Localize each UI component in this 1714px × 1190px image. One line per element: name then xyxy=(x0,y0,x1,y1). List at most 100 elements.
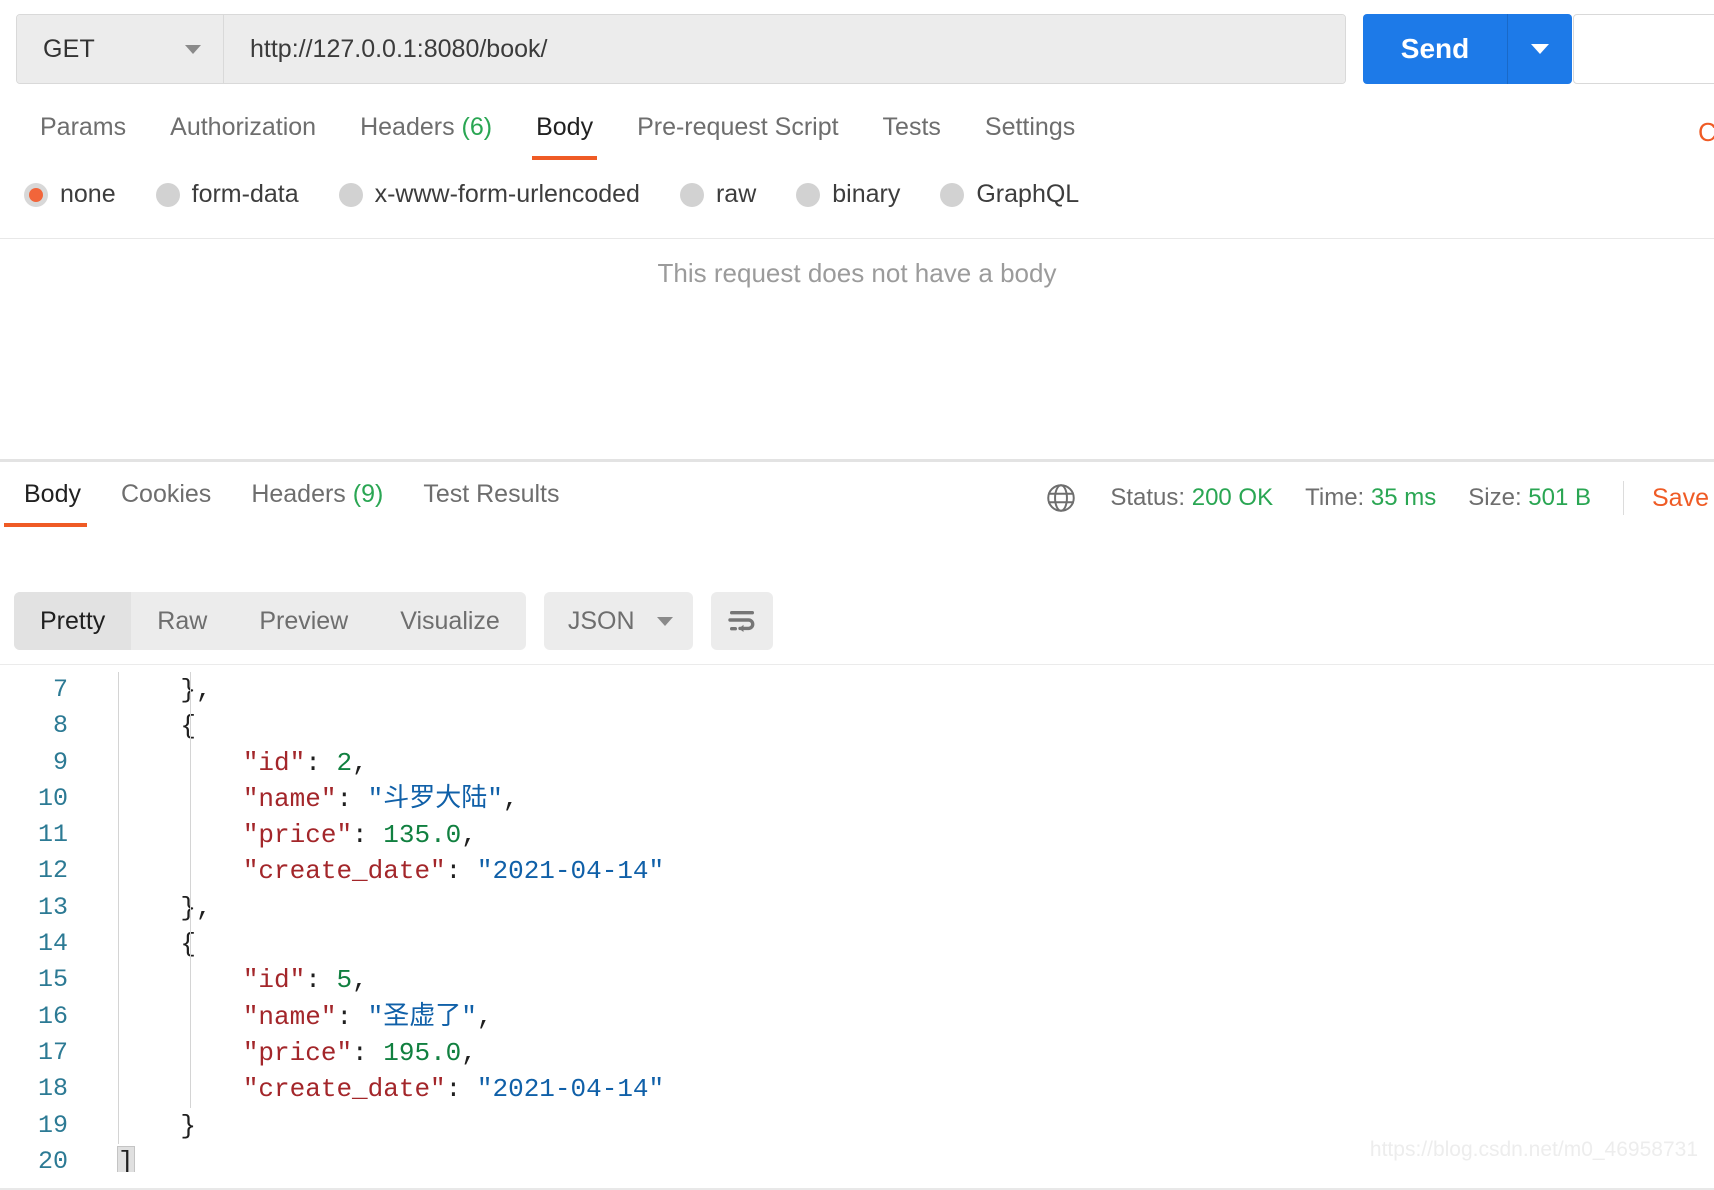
body-type-form-data[interactable]: form-data xyxy=(155,180,299,209)
token-s: "圣虚了" xyxy=(367,1001,477,1032)
radio-unselected-icon xyxy=(940,182,965,207)
body-type-raw[interactable]: raw xyxy=(679,180,756,209)
globe-icon[interactable] xyxy=(1044,481,1078,515)
code-text: "create_date": "2021-04-14" xyxy=(118,853,1714,889)
line-number: 18 xyxy=(37,1074,68,1104)
status-code: Status: 200 OK xyxy=(1110,484,1273,512)
response-body-viewer[interactable]: 7 }, 8 {9 "id": 2, 10 "name": "斗罗大陆", 11 "p… xyxy=(0,672,1714,1172)
token-p: }, xyxy=(180,892,212,923)
token-p: : xyxy=(352,1037,384,1068)
code-line: 10 "name": "斗罗大陆", xyxy=(0,781,1714,817)
code-line: 7 }, xyxy=(0,672,1714,708)
language-label: JSON xyxy=(567,606,635,635)
cookies-link[interactable]: Cookies xyxy=(1698,117,1714,148)
code-text: "id": 5, xyxy=(118,962,1714,998)
token-k: "create_date" xyxy=(242,856,446,887)
body-type-radio-group: none form-data x-www-form-urlencoded raw… xyxy=(24,180,1119,209)
tab-label: Tests xyxy=(882,113,941,141)
request-tabs: Params Authorization Headers (6) Body Pr… xyxy=(0,105,1714,167)
code-text: "price": 135.0, xyxy=(118,817,1714,853)
tab-authorization[interactable]: Authorization xyxy=(148,105,338,160)
token-k: "id" xyxy=(242,965,306,996)
tab-settings[interactable]: Settings xyxy=(963,105,1097,160)
view-visualize[interactable]: Visualize xyxy=(374,592,526,650)
size-label: Size: xyxy=(1468,484,1522,511)
body-type-none[interactable]: none xyxy=(24,180,116,209)
token-k: "name" xyxy=(242,1001,337,1032)
line-number: 17 xyxy=(37,1037,68,1067)
token-p: }, xyxy=(180,675,212,705)
response-size: Size: 501 B xyxy=(1468,484,1591,512)
line-number: 13 xyxy=(37,892,68,922)
view-raw[interactable]: Raw xyxy=(131,592,233,650)
request-url-input[interactable]: http://127.0.0.1:8080/book/ xyxy=(224,15,1345,83)
request-url-bar: GET http://127.0.0.1:8080/book/ Send xyxy=(16,14,1714,84)
radio-label: binary xyxy=(832,180,901,208)
line-number: 20 xyxy=(37,1146,68,1172)
response-pane-divider[interactable] xyxy=(0,459,1714,462)
token-p: : xyxy=(305,965,337,996)
token-k: "price" xyxy=(242,820,353,851)
response-status-bar: Status: 200 OK Time: 35 ms Size: 501 B S… xyxy=(1044,476,1714,520)
code-line: 12 "create_date": "2021-04-14" xyxy=(0,853,1714,889)
tab-label: Test Results xyxy=(423,480,560,508)
token-p: : xyxy=(305,747,337,778)
save-response-button[interactable]: Save xyxy=(1652,484,1714,513)
token-s: "2021-04-14" xyxy=(476,1074,665,1105)
radio-label: GraphQL xyxy=(976,180,1080,208)
token-p: , xyxy=(352,965,368,996)
code-text: "price": 195.0, xyxy=(118,1035,1714,1071)
line-number: 16 xyxy=(37,1001,68,1031)
view-pretty[interactable]: Pretty xyxy=(14,592,132,650)
tab-label: Pre-request Script xyxy=(637,113,839,141)
status-label: Status: xyxy=(1110,484,1186,511)
body-type-graphql[interactable]: GraphQL xyxy=(940,180,1079,209)
response-tab-test-results[interactable]: Test Results xyxy=(403,472,579,527)
code-text: "create_date": "2021-04-14" xyxy=(118,1071,1714,1107)
body-type-x-www-form-urlencoded[interactable]: x-www-form-urlencoded xyxy=(338,180,640,209)
tab-headers[interactable]: Headers (6) xyxy=(338,105,514,160)
divider xyxy=(0,238,1714,239)
token-s: "斗罗大陆" xyxy=(367,783,503,814)
divider xyxy=(0,664,1714,665)
body-type-binary[interactable]: binary xyxy=(796,180,900,209)
wrap-text-button[interactable] xyxy=(710,592,773,650)
code-line: 17 "price": 195.0, xyxy=(0,1035,1714,1071)
radio-label: none xyxy=(60,180,116,208)
tab-label: Body xyxy=(536,113,594,141)
token-p: : xyxy=(445,1074,477,1105)
empty-body-message: This request does not have a body xyxy=(657,258,1057,288)
view-preview[interactable]: Preview xyxy=(233,592,374,650)
tab-label: Authorization xyxy=(170,113,317,141)
line-number: 10 xyxy=(37,783,68,813)
token-n: 5 xyxy=(336,965,353,996)
tab-tests[interactable]: Tests xyxy=(861,105,963,160)
token-p: : xyxy=(336,783,368,814)
response-language-dropdown[interactable]: JSON xyxy=(543,592,693,650)
radio-selected-icon xyxy=(24,182,48,207)
response-tab-headers[interactable]: Headers (9) xyxy=(231,472,403,527)
radio-label: x-www-form-urlencoded xyxy=(374,180,640,208)
tab-body[interactable]: Body xyxy=(514,105,615,160)
line-number: 11 xyxy=(37,820,68,850)
http-method-dropdown[interactable]: GET xyxy=(17,15,224,83)
tab-pre-request-script[interactable]: Pre-request Script xyxy=(615,105,860,160)
token-k: "create_date" xyxy=(242,1074,446,1105)
tab-label: Headers xyxy=(360,113,455,141)
chevron-down-icon xyxy=(185,44,201,54)
token-p: ] xyxy=(117,1145,135,1172)
send-options-button[interactable] xyxy=(1507,14,1572,84)
response-tab-cookies[interactable]: Cookies xyxy=(101,472,231,527)
response-tab-body[interactable]: Body xyxy=(4,472,101,527)
line-number: 12 xyxy=(37,856,68,886)
tab-params[interactable]: Params xyxy=(18,105,148,160)
url-input-group: GET http://127.0.0.1:8080/book/ xyxy=(16,14,1346,84)
token-p: , xyxy=(476,1001,493,1032)
code-text: "id": 2, xyxy=(118,745,1714,781)
code-line: 15 "id": 5, xyxy=(0,962,1714,998)
code-text: }, xyxy=(118,672,1714,708)
code-text: }, xyxy=(118,890,1714,926)
token-n: 2 xyxy=(336,747,353,778)
send-button[interactable]: Send xyxy=(1363,14,1507,84)
save-request-button[interactable] xyxy=(1573,14,1714,84)
